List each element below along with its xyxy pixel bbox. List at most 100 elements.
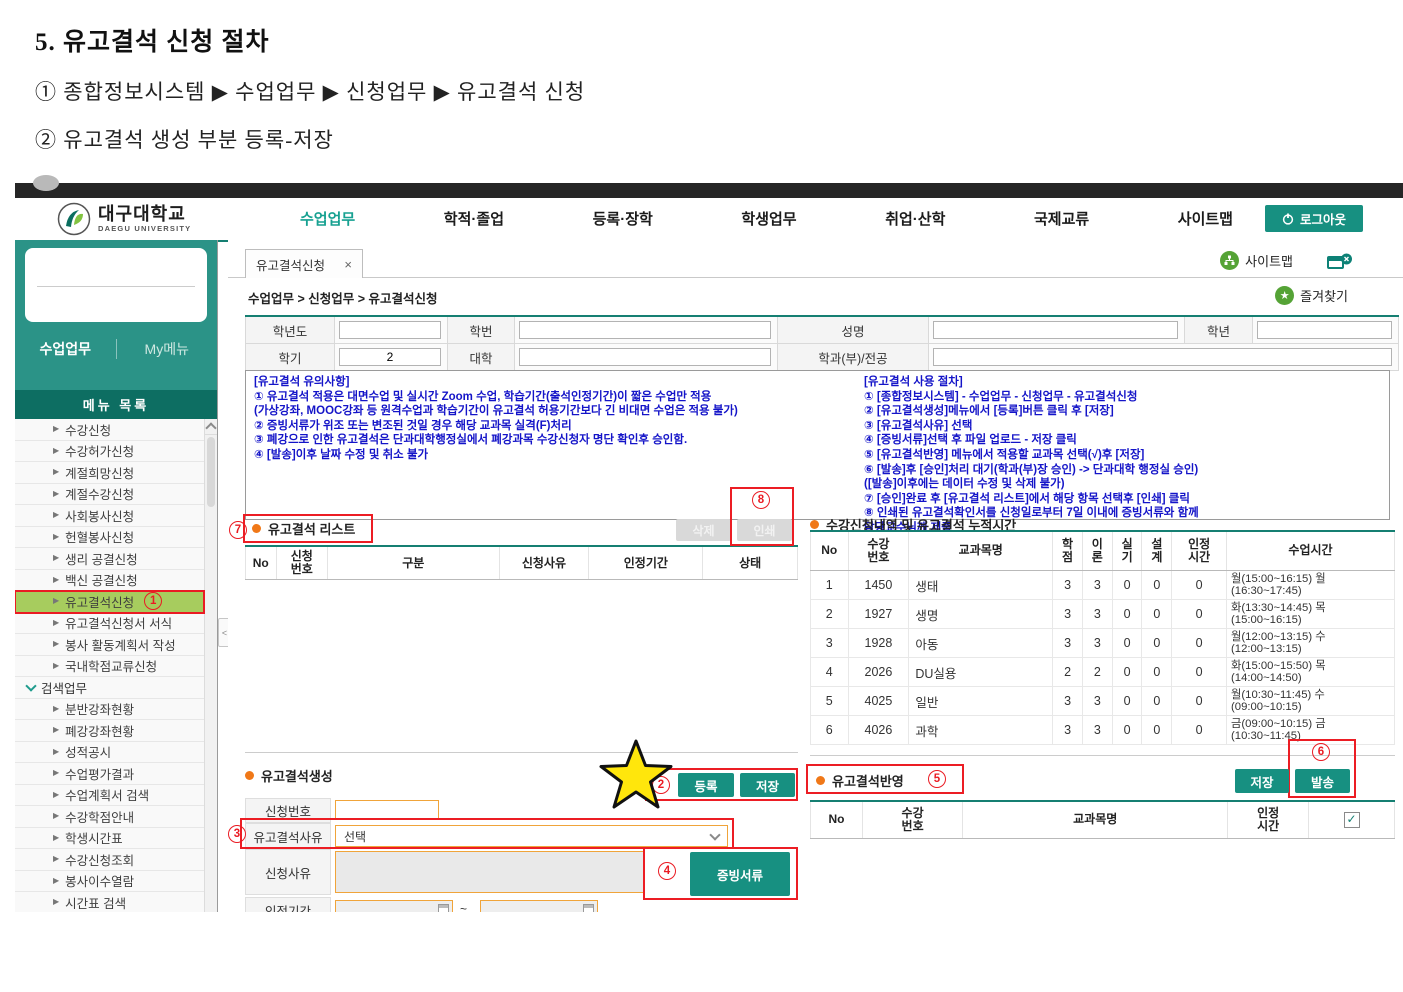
sidebar-item-수업평가결과[interactable]: ▶수업평가결과 xyxy=(15,763,204,785)
enrollment-cell: 0 xyxy=(1172,600,1227,629)
sidebar-item-폐강강좌현황[interactable]: ▶폐강강좌현황 xyxy=(15,720,204,742)
register-button[interactable]: 등록 xyxy=(678,773,734,797)
sidebar-item-수강허가신청[interactable]: ▶수강허가신청 xyxy=(15,441,204,463)
enrollment-cell: 3 xyxy=(1082,571,1112,600)
send-button[interactable]: 발송 xyxy=(1295,769,1350,793)
sitemap-link[interactable]: 사이트맵 xyxy=(1220,251,1293,270)
nav-registration-scholarship[interactable]: 등록·장학 xyxy=(593,208,653,229)
grade-input[interactable] xyxy=(1257,321,1392,339)
university-logo[interactable]: 대구대학교 DAEGU UNIVERSITY xyxy=(57,202,191,236)
sidebar-item-국내학점교류신청[interactable]: ▶국내학점교류신청 xyxy=(15,656,204,678)
enrollment-cell: 생태 xyxy=(909,571,1053,600)
sidebar-item-계절희망신청[interactable]: ▶계절희망신청 xyxy=(15,462,204,484)
triangle-icon: ▶ xyxy=(53,511,59,519)
period-start-input[interactable] xyxy=(335,900,453,912)
apply-save-button[interactable]: 저장 xyxy=(1235,769,1289,793)
name-input[interactable] xyxy=(933,321,1178,339)
sidebar-item-성적공시[interactable]: ▶성적공시 xyxy=(15,742,204,764)
tab-close-icon[interactable]: × xyxy=(344,257,352,272)
enrollment-cell: 0 xyxy=(1112,716,1142,745)
sidebar-item-유고결석신청서 서식[interactable]: ▶유고결석신청서 서식 xyxy=(15,613,204,635)
enrollment-cell: 0 xyxy=(1142,571,1172,600)
sidebar-item-학생시간표[interactable]: ▶학생시간표 xyxy=(15,828,204,850)
select-all-checkbox[interactable]: ✓ xyxy=(1344,812,1360,828)
enrollment-cell: 3 xyxy=(1082,629,1112,658)
tab-bar: 유고결석신청 × 사이트맵 xyxy=(228,245,1403,278)
window-top-bar xyxy=(15,183,1403,198)
sidebar-tab-class[interactable]: 수업업무 xyxy=(15,339,116,359)
triangle-icon: ▶ xyxy=(53,769,59,777)
triangle-icon: ▶ xyxy=(53,533,59,541)
sidebar: 수업업무 My메뉴 메뉴 목록 ▶수강신청▶수강허가신청▶계절희망신청▶계절수강… xyxy=(15,240,218,912)
sidebar-item-수강신청조회[interactable]: ▶수강신청조회 xyxy=(15,849,204,871)
cause-textarea[interactable] xyxy=(335,851,644,893)
sidebar-item-사회봉사신청[interactable]: ▶사회봉사신청 xyxy=(15,505,204,527)
nav-international[interactable]: 국제교류 xyxy=(1034,208,1089,229)
nav-records-graduation[interactable]: 학적·졸업 xyxy=(444,208,504,229)
sidebar-item-계절수강신청[interactable]: ▶계절수강신청 xyxy=(15,484,204,506)
sidebar-item-봉사 활동계획서 작성[interactable]: ▶봉사 활동계획서 작성 xyxy=(15,634,204,656)
sidebar-tab-mymenu[interactable]: My메뉴 xyxy=(117,339,218,359)
page: 5. 유고결석 신청 절차 ① 종합정보시스템 ▶ 수업업무 ▶ 신청업무 ▶ … xyxy=(0,0,1403,992)
scroll-up-icon[interactable] xyxy=(205,419,217,435)
term-label: 학기 xyxy=(246,344,335,371)
enrollment-cell: 3 xyxy=(1053,687,1083,716)
menu-list-title: 메뉴 목록 xyxy=(15,390,217,419)
triangle-icon: ▶ xyxy=(53,490,59,498)
highlight-star xyxy=(598,738,674,810)
nav-student-affairs[interactable]: 학생업무 xyxy=(741,208,796,229)
create-save-button[interactable]: 저장 xyxy=(740,773,795,797)
logout-button[interactable]: 로그아웃 xyxy=(1265,205,1363,232)
close-all-windows-icon[interactable] xyxy=(1327,253,1353,276)
tab-absence-application[interactable]: 유고결석신청 × xyxy=(245,249,363,278)
sidebar-item-생리 공결신청[interactable]: ▶생리 공결신청 xyxy=(15,548,204,570)
period-end-input[interactable] xyxy=(480,900,598,912)
absence-reason-select[interactable]: 선택 xyxy=(335,825,728,847)
sidebar-item-백신 공결신청[interactable]: ▶백신 공결신청 xyxy=(15,570,204,592)
term-input[interactable] xyxy=(339,348,441,366)
nav-sitemap[interactable]: 사이트맵 xyxy=(1178,208,1233,229)
sidebar-item-유고결석신청[interactable]: ▶유고결석신청1 xyxy=(15,591,204,613)
star-icon: ★ xyxy=(1275,286,1294,305)
enrollment-cell: 3 xyxy=(1053,629,1083,658)
favorites-link[interactable]: ★ 즐겨찾기 xyxy=(1275,286,1348,305)
sidebar-item-봉사이수열람[interactable]: ▶봉사이수열람 xyxy=(15,871,204,893)
calendar-icon[interactable] xyxy=(438,904,449,912)
nav-class-affairs[interactable]: 수업업무 xyxy=(300,208,355,229)
sidebar-item-수강학점안내[interactable]: ▶수강학점안내 xyxy=(15,806,204,828)
evidence-button[interactable]: 증빙서류 xyxy=(690,852,790,896)
triangle-icon: ▶ xyxy=(53,898,59,906)
sidebar-item-시간표 검색[interactable]: ▶시간표 검색 xyxy=(15,892,204,912)
triangle-icon: ▶ xyxy=(53,726,59,734)
enrollment-cell: 3 xyxy=(1053,571,1083,600)
intro-step-1: ① 종합정보시스템 ▶ 수업업무 ▶ 신청업무 ▶ 유고결석 신청 xyxy=(35,76,585,106)
college-input[interactable] xyxy=(519,348,771,366)
year-input[interactable] xyxy=(339,321,441,339)
enrollment-cell: 화(13:30~14:45) 목(15:00~16:15) xyxy=(1227,600,1395,629)
window-control-circle xyxy=(33,175,59,191)
global-nav: 수업업무 학적·졸업 등록·장학 학생업무 취업·산학 국제교류 사이트맵 xyxy=(300,198,1233,238)
triangle-icon: ▶ xyxy=(53,748,59,756)
sidebar-item-헌혈봉사신청[interactable]: ▶헌혈봉사신청 xyxy=(15,527,204,549)
calendar-icon[interactable] xyxy=(583,904,594,912)
sidebar-scrollbar[interactable] xyxy=(204,419,217,912)
sidebar-section-search[interactable]: 검색업무 xyxy=(15,677,204,699)
triangle-icon: ▶ xyxy=(53,812,59,820)
enrollment-cell: 0 xyxy=(1172,687,1227,716)
major-input[interactable] xyxy=(933,348,1392,366)
print-button[interactable]: 인쇄 xyxy=(737,519,792,541)
delete-button[interactable]: 삭제 xyxy=(676,519,731,541)
enrollment-cell: 4025 xyxy=(848,687,909,716)
sidebar-item-분반강좌현황[interactable]: ▶분반강좌현황 xyxy=(15,699,204,721)
sidebar-item-수강신청[interactable]: ▶수강신청 xyxy=(15,419,204,441)
annotation-8: 8 xyxy=(752,491,770,509)
intro-title: 5. 유고결석 신청 절차 xyxy=(35,22,585,58)
enrollment-cell: 0 xyxy=(1172,716,1227,745)
sidebar-item-수업계획서 검색[interactable]: ▶수업계획서 검색 xyxy=(15,785,204,807)
application-no-input[interactable] xyxy=(335,800,439,820)
scrollbar-thumb[interactable] xyxy=(207,437,215,507)
nav-career[interactable]: 취업·산학 xyxy=(885,208,945,229)
student-id-input[interactable] xyxy=(519,321,771,339)
absence-list-table: No 신청 번호 구분 신청사유 인정기간 상태 xyxy=(245,545,798,580)
triangle-icon: ▶ xyxy=(53,791,59,799)
